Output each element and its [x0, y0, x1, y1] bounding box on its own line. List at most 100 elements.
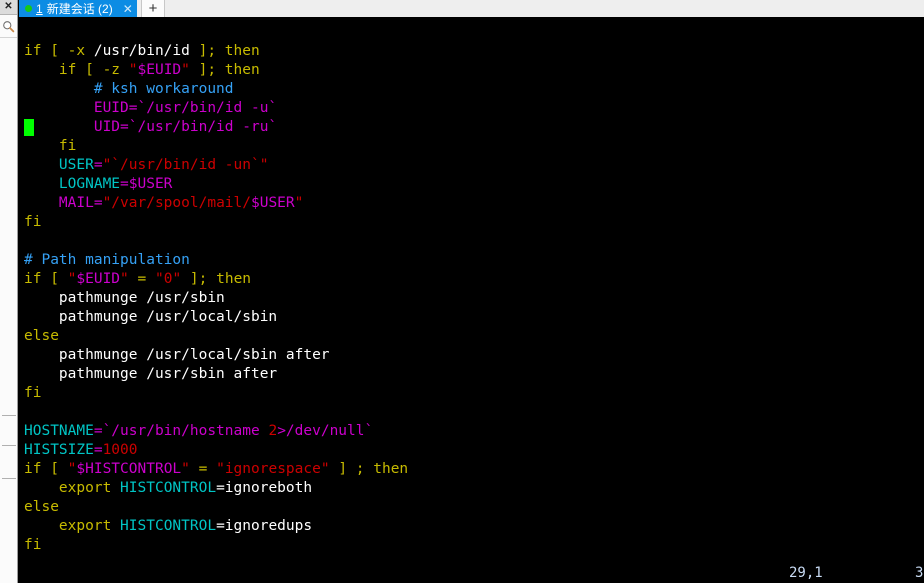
code-token: ]; then [189, 43, 260, 59]
code-token: "ignorespace" [216, 461, 330, 477]
code-token: $USER [128, 176, 173, 192]
search-icon [3, 20, 15, 32]
code-line: # ksh workaround [24, 80, 408, 99]
code-line: else [24, 498, 408, 517]
code-token: HOSTNAME [24, 423, 94, 439]
code-line: fi [24, 536, 408, 555]
vim-status-line: 29,1 3 [19, 563, 924, 583]
close-icon: ✕ [4, 1, 13, 12]
code-token: $EUID [137, 62, 182, 78]
code-token: export [58, 480, 112, 496]
code-token: " [120, 271, 129, 287]
code-line: if [ "$HISTCONTROL" = "ignorespace" ] ; … [24, 460, 408, 479]
code-token: =ignoreboth [216, 480, 313, 496]
tab-close-icon[interactable]: ✕ [123, 2, 133, 16]
code-line: pathmunge /usr/local/sbin after [24, 346, 408, 365]
code-token: = [93, 195, 103, 211]
code-token: " [294, 195, 304, 211]
code-token: ]; then [181, 271, 252, 287]
code-token: = [189, 461, 217, 477]
code-line: HISTSIZE=1000 [24, 441, 408, 460]
code-line: fi [24, 384, 408, 403]
code-token: fi [24, 537, 42, 553]
code-token: fi [24, 385, 42, 401]
code-token: else [24, 499, 59, 515]
code-token: " [128, 62, 138, 78]
code-token: = [93, 442, 103, 458]
sidebar-close-button[interactable]: ✕ [0, 0, 17, 15]
code-token: LOGNAME [58, 176, 121, 192]
code-token: pathmunge /usr/local/sbin [24, 309, 278, 325]
code-token: fi [24, 214, 42, 230]
code-token: if [ -x [24, 43, 94, 59]
code-line: EUID=`/usr/bin/id -u` [24, 99, 408, 118]
code-token: $USER [250, 195, 295, 211]
tab-strip: 1 新建会话 (2) ✕ + [19, 0, 924, 17]
code-token: = [93, 157, 103, 173]
code-line: if [ -z "$EUID" ]; then [24, 61, 408, 80]
sidebar-divider [2, 445, 16, 446]
terminal-window: ✕ 1 新建会话 (2) ✕ + if [ -x /usr/bin/id ]; … [0, 0, 924, 583]
code-token: $EUID [76, 271, 121, 287]
code-token: pathmunge /usr/sbin [24, 290, 225, 306]
tab-session-1[interactable]: 1 新建会话 (2) ✕ [19, 0, 137, 17]
code-token: /usr/bin/id [93, 43, 190, 59]
code-token: 1000 [102, 442, 138, 458]
code-token: MAIL [58, 195, 94, 211]
code-token: USER [58, 157, 94, 173]
code-token: ]; then [189, 62, 260, 78]
code-token: pathmunge /usr/sbin after [24, 366, 278, 382]
code-token: if [ [24, 271, 68, 287]
code-token: # ksh workaround [93, 81, 234, 97]
code-token: HISTSIZE [24, 442, 94, 458]
code-line: USER="`/usr/bin/id -un`" [24, 156, 408, 175]
code-token: =ignoredups [216, 518, 313, 534]
code-line: # Path manipulation [24, 251, 408, 270]
left-sidebar: ✕ [0, 0, 18, 583]
code-token: if [ [24, 461, 68, 477]
code-token: export [58, 518, 112, 534]
code-token: 2 [268, 423, 278, 439]
code-token: $HISTCONTROL [76, 461, 182, 477]
code-token: "0" [154, 271, 182, 287]
code-line: else [24, 327, 408, 346]
code-token: # Path manipulation [24, 252, 190, 268]
code-token: EUID=`/usr/bin/id -u` [24, 100, 278, 116]
tab-status-dot-icon [25, 5, 32, 12]
code-line: pathmunge /usr/sbin [24, 289, 408, 308]
sidebar-search-button[interactable] [0, 15, 17, 38]
code-line: export HISTCONTROL=ignoreboth [24, 479, 408, 498]
code-token: else [24, 328, 59, 344]
code-line: UID=`/usr/bin/id -ru` [24, 118, 408, 137]
code-line: HOSTNAME=`/usr/bin/hostname 2>/dev/null` [24, 422, 408, 441]
code-token: HISTCONTROL [120, 518, 217, 534]
code-line: pathmunge /usr/local/sbin [24, 308, 408, 327]
code-token: fi [58, 138, 77, 154]
tab-title: 新建会话 (2) [46, 2, 113, 16]
terminal-view[interactable]: if [ -x /usr/bin/id ]; then if [ -z "$EU… [19, 17, 924, 583]
new-tab-button[interactable]: + [141, 0, 165, 17]
code-token: pathmunge /usr/local/sbin after [24, 347, 330, 363]
sidebar-divider [2, 478, 16, 479]
code-token: " [181, 461, 190, 477]
code-line: fi [24, 137, 408, 156]
code-line: export HISTCONTROL=ignoredups [24, 517, 408, 536]
code-line: fi [24, 213, 408, 232]
code-content: if [ -x /usr/bin/id ]; then if [ -z "$EU… [24, 42, 408, 555]
sidebar-divider [2, 415, 16, 416]
plus-icon: + [148, 0, 158, 17]
code-token: ] ; then [329, 461, 409, 477]
code-token: "`/usr/bin/id -un`" [102, 157, 269, 173]
code-token: =`/usr/bin/hostname [93, 423, 269, 439]
